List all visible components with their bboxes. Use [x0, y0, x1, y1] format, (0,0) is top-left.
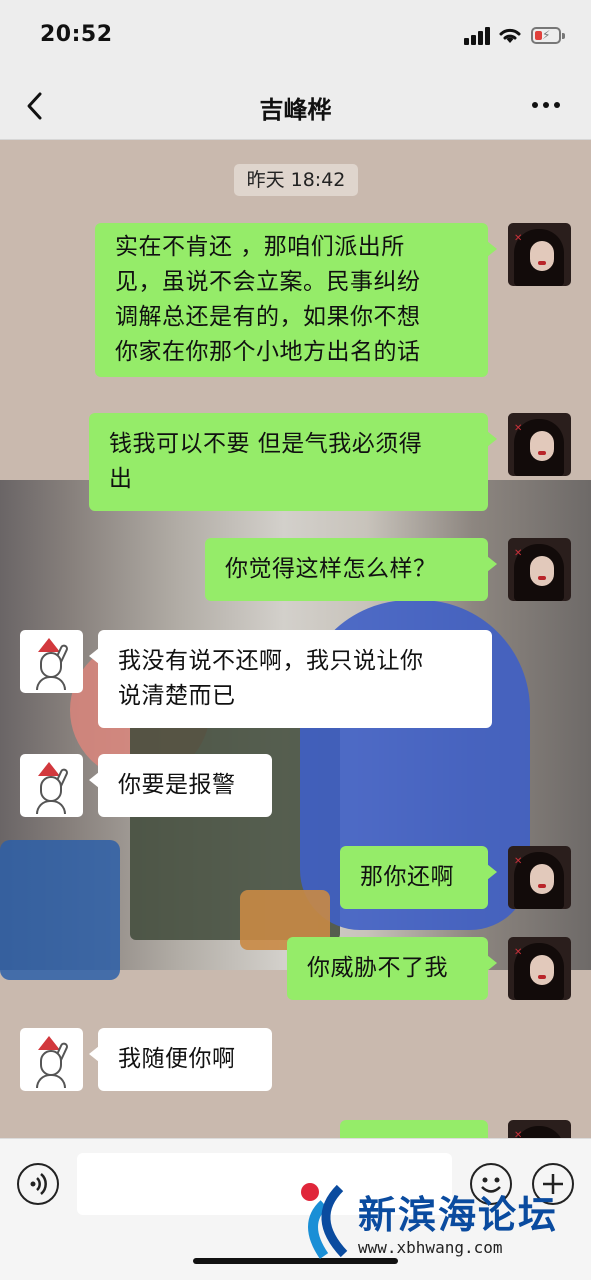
forum-watermark: 新滨海论坛 www.xbhwang.com [294, 1180, 584, 1270]
message-line: 实在不肯还 ，那咱们派出所 [115, 234, 405, 260]
message-line: 你觉得这样怎么样？ [225, 556, 437, 582]
message-line: 见，虽说不会立案。民事纠纷 [115, 269, 421, 295]
avatar-self[interactable]: ✕ [508, 538, 571, 601]
message-line: 你要是报警 [118, 772, 236, 798]
message-bubble-outgoing[interactable]: 实在不肯还 ，那咱们派出所 见，虽说不会立案。民事纠纷 调解总还是有的，如果你不… [95, 223, 497, 377]
status-time: 20:52 [40, 22, 113, 47]
message-bubble-incoming[interactable]: 我没有说不还啊，我只说让你 说清楚而已 [89, 630, 492, 728]
message-line: 你家在你那个小地方出名的话 [115, 339, 421, 365]
avatar-self[interactable]: ✕ [508, 937, 571, 1000]
message-bubble-outgoing[interactable]: 那你还啊 [340, 846, 497, 909]
cellular-signal-icon [464, 27, 492, 45]
avatar-self[interactable]: ✕ [508, 413, 571, 476]
wifi-icon [499, 28, 521, 43]
more-icon[interactable] [530, 102, 562, 110]
message-bubble-outgoing[interactable]: 你觉得这样怎么样？ [205, 538, 497, 601]
chat-header: 吉峰桦 [0, 70, 591, 140]
message-line: 调解总还是有的，如果你不想 [115, 304, 421, 330]
avatar-self[interactable]: ✕ [508, 846, 571, 909]
message-line: 钱我可以不要 但是气我必须得 [109, 431, 423, 457]
forum-logo-icon [301, 1183, 348, 1259]
message-line: 你威胁不了我 [307, 955, 448, 981]
message-bubble-incoming[interactable]: 你要是报警 [89, 754, 272, 817]
avatar-contact[interactable] [20, 1028, 83, 1091]
avatar-contact[interactable] [20, 754, 83, 817]
status-bar: 20:52 ⚡ [0, 0, 591, 70]
message-bubble-outgoing[interactable] [340, 1120, 488, 1138]
message-line: 那你还啊 [360, 864, 454, 890]
avatar-self[interactable]: ✕ [508, 1120, 571, 1138]
watermark-title: 新滨海论坛 [358, 1193, 559, 1237]
message-timestamp: 昨天 18:42 [234, 164, 358, 196]
chat-title: 吉峰桦 [259, 96, 332, 124]
chat-area[interactable]: 昨天 18:42 实在不肯还 ，那咱们派出所 见，虽说不会立案。民事纠纷 调解总… [0, 140, 591, 1138]
message-bubble-incoming[interactable]: 我随便你啊 [89, 1028, 272, 1091]
battery-icon: ⚡ [531, 27, 565, 44]
avatar-contact[interactable] [20, 630, 83, 693]
message-bubble-outgoing[interactable]: 你威胁不了我 [287, 937, 497, 1000]
watermark-url: www.xbhwang.com [358, 1238, 503, 1257]
message-line: 出 [109, 466, 133, 492]
message-line: 我没有说不还啊，我只说让你 [118, 648, 424, 674]
message-bubble-outgoing[interactable]: 钱我可以不要 但是气我必须得 出 [89, 413, 497, 511]
message-line: 说清楚而已 [118, 683, 236, 709]
message-line: 我随便你啊 [118, 1046, 236, 1072]
voice-icon[interactable] [17, 1163, 59, 1205]
avatar-self[interactable]: ✕ [508, 223, 571, 286]
